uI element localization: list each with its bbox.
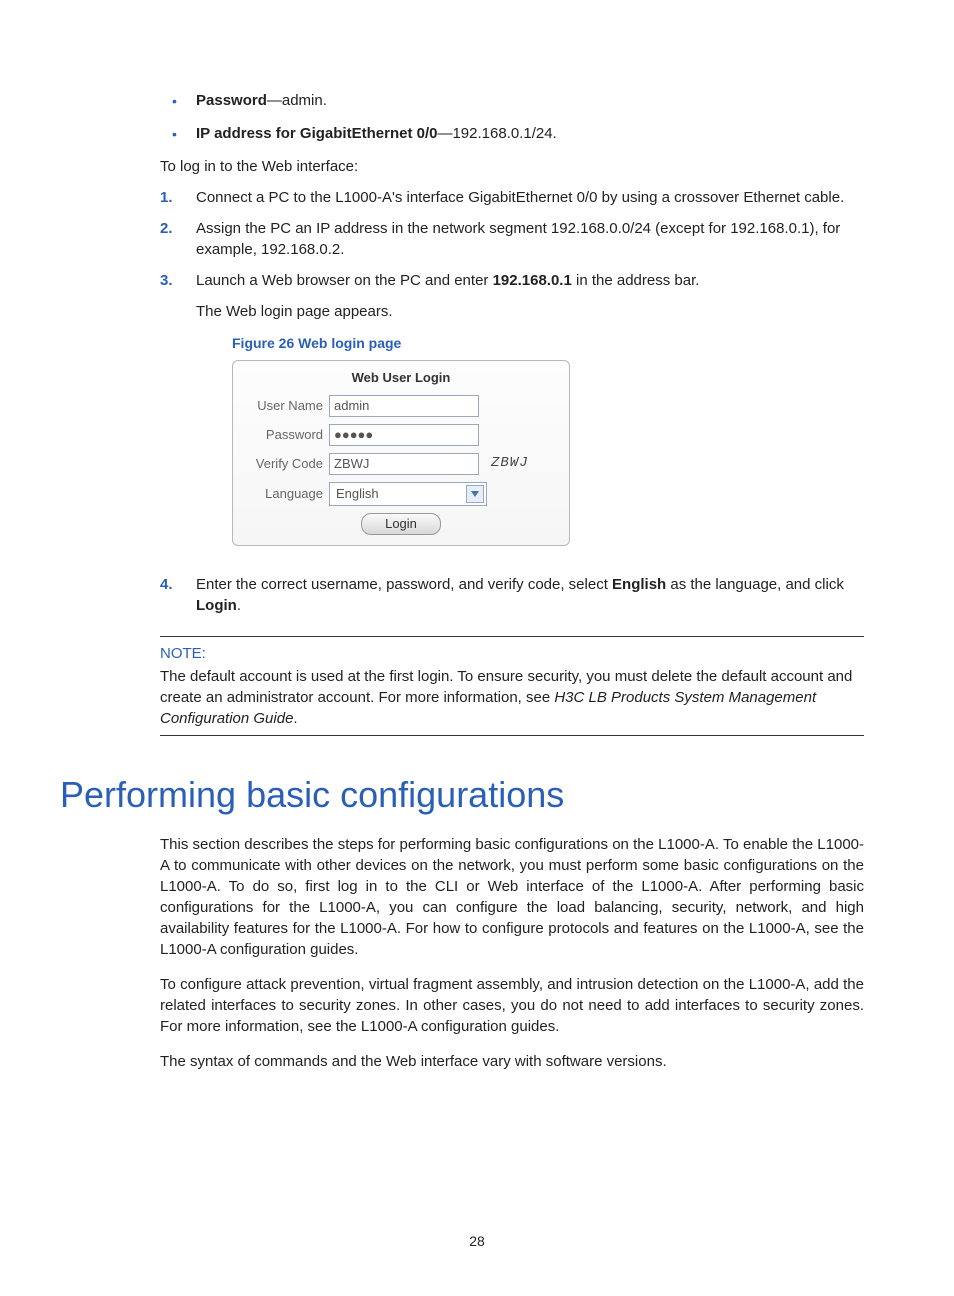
step-text: Connect a PC to the L1000-A's interface … [196,189,844,206]
figure-caption: Figure 26 Web login page [232,334,864,354]
chevron-down-icon [466,485,484,503]
login-title: Web User Login [243,369,559,387]
note-label: NOTE: [160,643,864,664]
note-box: NOTE: The default account is used at the… [160,636,864,736]
section-heading: Performing basic configurations [60,770,894,820]
bullet-strong: Password [196,92,267,109]
paragraph: The syntax of commands and the Web inter… [160,1051,864,1072]
language-select[interactable]: English [329,482,487,506]
step-text-pre: Enter the correct username, password, an… [196,576,612,593]
login-button[interactable]: Login [361,513,441,535]
step-strong: Login [196,597,237,614]
language-label: Language [243,485,329,503]
paragraph: To configure attack prevention, virtual … [160,974,864,1037]
step-strong: 192.168.0.1 [493,272,572,289]
step-number: 1. [160,187,173,208]
captcha-image: ZBWJ [491,454,529,474]
username-input[interactable] [329,395,479,417]
step-text-post: in the address bar. [572,272,700,289]
language-value: English [336,485,379,503]
step-1: 1. Connect a PC to the L1000-A's interfa… [160,187,864,208]
step-text-pre: Launch a Web browser on the PC and enter [196,272,493,289]
step-number: 2. [160,218,173,239]
step-number: 3. [160,270,173,291]
bullet-rest: —192.168.0.1/24. [437,125,556,142]
password-label: Password [243,426,329,444]
bullet-item: IP address for GigabitEthernet 0/0—192.1… [160,123,864,144]
note-body: The default account is used at the first… [160,666,864,729]
step-2: 2. Assign the PC an IP address in the ne… [160,218,864,260]
bullet-list: Password—admin. IP address for GigabitEt… [160,90,864,144]
login-dialog: Web User Login User Name Password Verify… [232,360,570,546]
page-number: 28 [60,1232,894,1252]
password-input[interactable] [329,424,479,446]
step-text-post: . [237,597,241,614]
bullet-strong: IP address for GigabitEthernet 0/0 [196,125,437,142]
step-3: 3. Launch a Web browser on the PC and en… [160,270,864,546]
step-strong: English [612,576,666,593]
step-text-mid: as the language, and click [666,576,844,593]
step-number: 4. [160,574,173,595]
username-label: User Name [243,397,329,415]
step-sub: The Web login page appears. [196,301,864,322]
verify-code-label: Verify Code [243,455,329,473]
paragraph: This section describes the steps for per… [160,834,864,960]
bullet-rest: —admin. [267,92,327,109]
verify-code-input[interactable] [329,453,479,475]
intro-text: To log in to the Web interface: [160,156,864,177]
step-text: Assign the PC an IP address in the netwo… [196,220,840,258]
step-4: 4. Enter the correct username, password,… [160,574,864,616]
bullet-item: Password—admin. [160,90,864,111]
